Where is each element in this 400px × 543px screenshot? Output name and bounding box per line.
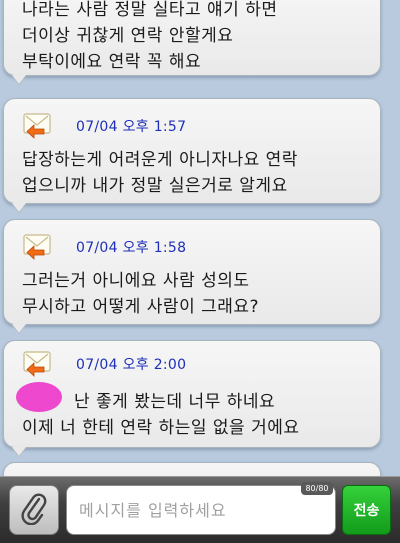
- envelope-reply-icon: [22, 232, 58, 262]
- message-body: 답장하는게 어려운게 아니자나요 연락 업으니까 내가 정말 실은거로 알게요: [22, 147, 298, 199]
- envelope-reply-icon: [22, 349, 58, 379]
- message-header: 07/04 오후 2:00: [22, 347, 186, 381]
- redaction-mark: [16, 382, 62, 412]
- character-counter: 80/80: [301, 482, 333, 495]
- message-timestamp: 07/04 오후 2:00: [76, 357, 187, 373]
- send-button[interactable]: 전송: [342, 485, 391, 535]
- message-body: 나라는 사람 정말 실타고 얘기 하면 더이상 귀찮게 연락 안할게요 부탁이에…: [22, 0, 277, 75]
- message-line: 그러는거 아니에요 사람 성의도: [22, 271, 250, 291]
- message-header: 07/04 오후 1:57: [22, 109, 186, 143]
- envelope-reply-icon: [22, 111, 58, 141]
- message-body: 난 좋게 봤는데 너무 하네요 이제 너 한테 연락 하는일 없을 거에요: [22, 389, 300, 441]
- message-line: 부탁이에요 연락 꼭 해요: [22, 52, 202, 72]
- message-line: 업으니까 내가 정말 실은거로 알게요: [22, 176, 288, 196]
- composer-bar: 전송: [0, 476, 400, 543]
- message-line: 답장하는게 어려운게 아니자나요 연락: [22, 150, 298, 170]
- message-bubble[interactable]: 07/04 오후 1:58 그러는거 아니에요 사람 성의도 무시하고 어떻게 …: [3, 219, 381, 325]
- message-body: 그러는거 아니에요 사람 성의도 무시하고 어떻게 사람이 그래요?: [22, 268, 259, 320]
- message-input[interactable]: [66, 485, 336, 535]
- message-line: 무시하고 어떻게 사람이 그래요?: [22, 297, 260, 317]
- message-bubble[interactable]: 나라는 사람 정말 실타고 얘기 하면 더이상 귀찮게 연락 안할게요 부탁이에…: [3, 0, 381, 76]
- message-line: 나라는 사람 정말 실타고 얘기 하면: [22, 0, 278, 20]
- message-thread[interactable]: 나라는 사람 정말 실타고 얘기 하면 더이상 귀찮게 연락 안할게요 부탁이에…: [0, 0, 400, 476]
- message-header: 07/04 오후 1:58: [22, 230, 186, 264]
- message-timestamp: 07/04 오후 1:58: [76, 240, 187, 256]
- message-line: 더이상 귀찮게 연락 안할게요: [22, 26, 234, 46]
- message-bubble[interactable]: [3, 462, 381, 476]
- message-line: 난 좋게 봤는데 너무 하네요: [74, 392, 276, 412]
- message-timestamp: 07/04 오후 1:57: [76, 119, 187, 135]
- attach-button[interactable]: [9, 485, 59, 535]
- paperclip-icon: [20, 491, 48, 529]
- message-bubble[interactable]: 07/04 오후 1:57 답장하는게 어려운게 아니자나요 연락 업으니까 내…: [3, 98, 381, 204]
- message-line: 이제 너 한테 연락 하는일 없을 거에요: [22, 418, 300, 438]
